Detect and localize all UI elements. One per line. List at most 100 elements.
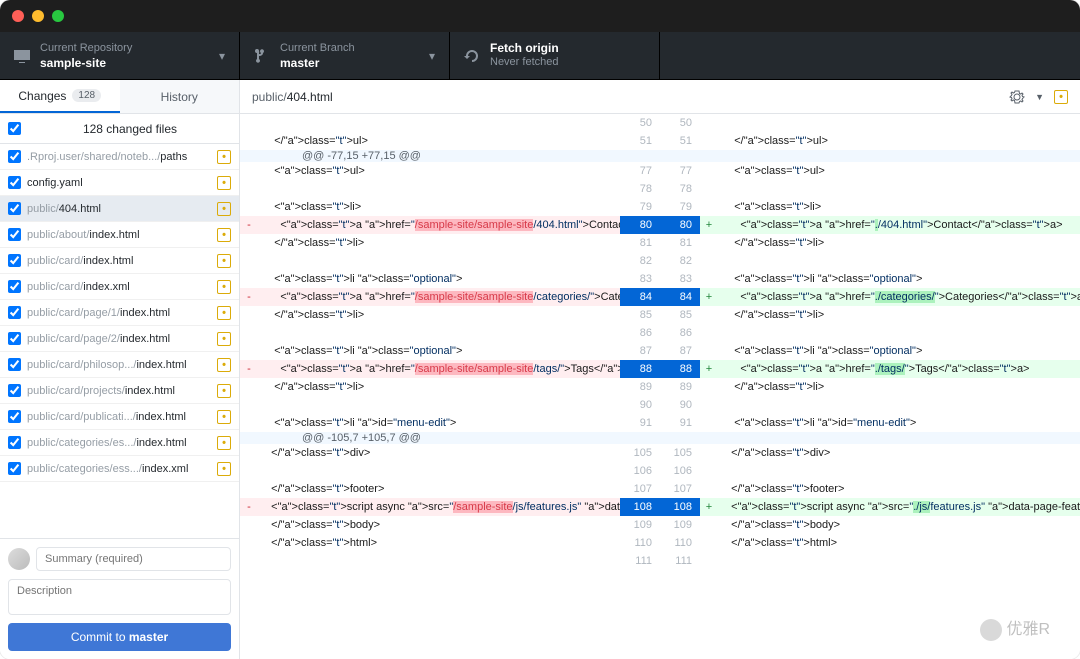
diff-line[interactable]: 106106	[240, 462, 1080, 480]
select-all-checkbox[interactable]	[8, 122, 21, 135]
window-titlebar	[0, 0, 1080, 32]
diff-line[interactable]: 8282	[240, 252, 1080, 270]
file-row[interactable]: public/card/publicati.../index.html •	[0, 404, 239, 430]
diff-line[interactable]: </"a">class="t">html>110110 </"a">class=…	[240, 534, 1080, 552]
close-window-button[interactable]	[12, 10, 24, 22]
file-status-modified-icon: •	[217, 150, 231, 164]
file-checkbox[interactable]	[8, 436, 21, 449]
file-row[interactable]: public/card/philosop.../index.html •	[0, 352, 239, 378]
file-checkbox[interactable]	[8, 358, 21, 371]
diff-content[interactable]: 5050 </"a">class="t">ul>5151 </"a">class…	[240, 114, 1080, 659]
commit-form: Commit to master	[0, 538, 239, 659]
diff-line[interactable]: 9090	[240, 396, 1080, 414]
file-row[interactable]: public/card/page/2/index.html •	[0, 326, 239, 352]
file-path: public/card/philosop.../index.html	[27, 359, 211, 371]
fetch-button[interactable]: Fetch origin Never fetched	[450, 32, 660, 79]
file-path: public/card/index.xml	[27, 281, 211, 293]
diff-line[interactable]: </"a">class="t">ul>5151 </"a">class="t">…	[240, 132, 1080, 150]
commit-description-input[interactable]	[8, 579, 231, 615]
file-checkbox[interactable]	[8, 176, 21, 189]
git-branch-icon	[254, 48, 270, 64]
sidebar: Changes 128 History 128 changed files .R…	[0, 80, 240, 659]
diff-hunk-header: @@ -77,15 +77,15 @@	[240, 150, 1080, 162]
file-checkbox[interactable]	[8, 228, 21, 241]
file-status-modified-icon: •	[217, 202, 231, 216]
diff-file-name: 404.html	[287, 90, 333, 104]
file-status-modified-icon: •	[217, 410, 231, 424]
file-status-modified-icon: •	[217, 306, 231, 320]
repository-picker[interactable]: Current Repository sample-site ▾	[0, 32, 240, 79]
file-checkbox[interactable]	[8, 280, 21, 293]
commit-summary-input[interactable]	[36, 547, 231, 571]
diff-hunk-header: @@ -105,7 +105,7 @@	[240, 432, 1080, 444]
diff-line[interactable]: </"a">class="t">li>8989 </"a">class="t">…	[240, 378, 1080, 396]
file-checkbox[interactable]	[8, 332, 21, 345]
file-status-modified-icon: •	[217, 332, 231, 346]
fetch-value: Never fetched	[490, 55, 559, 69]
file-status-modified-icon: •	[217, 462, 231, 476]
file-status-modified-icon: •	[217, 384, 231, 398]
file-row[interactable]: public/categories/ess.../index.xml •	[0, 456, 239, 482]
diff-line[interactable]: <"a">class="t">li "a">class="optional">8…	[240, 270, 1080, 288]
branch-value: master	[280, 56, 355, 70]
file-path: public/card/page/2/index.html	[27, 333, 211, 345]
changed-files-list[interactable]: .Rproj.user/shared/noteb.../paths • conf…	[0, 144, 239, 538]
diff-line[interactable]: 8686	[240, 324, 1080, 342]
diff-line[interactable]: </"a">class="t">li>8585 </"a">class="t">…	[240, 306, 1080, 324]
file-row[interactable]: .Rproj.user/shared/noteb.../paths •	[0, 144, 239, 170]
changed-files-count: 128 changed files	[29, 122, 231, 136]
commit-button[interactable]: Commit to master	[8, 623, 231, 651]
file-path: public/about/index.html	[27, 229, 211, 241]
file-row[interactable]: public/card/index.xml •	[0, 274, 239, 300]
file-checkbox[interactable]	[8, 306, 21, 319]
tab-changes[interactable]: Changes 128	[0, 80, 120, 113]
chevron-down-icon: ▾	[219, 49, 225, 63]
diff-line[interactable]: 111111	[240, 552, 1080, 570]
diff-line[interactable]: - <"a">class="t">script async "a">src="/…	[240, 498, 1080, 516]
maximize-window-button[interactable]	[52, 10, 64, 22]
file-path: public/categories/ess.../index.xml	[27, 463, 211, 475]
diff-line[interactable]: <"a">class="t">ul>7777 <"a">class="t">ul…	[240, 162, 1080, 180]
file-checkbox[interactable]	[8, 462, 21, 475]
file-checkbox[interactable]	[8, 202, 21, 215]
minimize-window-button[interactable]	[32, 10, 44, 22]
diff-line[interactable]: 7878	[240, 180, 1080, 198]
file-checkbox[interactable]	[8, 150, 21, 163]
diff-line[interactable]: </"a">class="t">li>8181 </"a">class="t">…	[240, 234, 1080, 252]
file-checkbox[interactable]	[8, 384, 21, 397]
file-path: public/card/publicati.../index.html	[27, 411, 211, 423]
diff-line[interactable]: </"a">class="t">footer>107107 </"a">clas…	[240, 480, 1080, 498]
file-row[interactable]: config.yaml •	[0, 170, 239, 196]
file-status-modified-icon: •	[217, 176, 231, 190]
diff-line[interactable]: </"a">class="t">body>109109 </"a">class=…	[240, 516, 1080, 534]
file-checkbox[interactable]	[8, 254, 21, 267]
file-checkbox[interactable]	[8, 410, 21, 423]
branch-picker[interactable]: Current Branch master ▾	[240, 32, 450, 79]
file-row[interactable]: public/404.html •	[0, 196, 239, 222]
chevron-down-icon: ▾	[429, 49, 435, 63]
file-status-modified-icon: •	[217, 358, 231, 372]
file-row[interactable]: public/about/index.html •	[0, 222, 239, 248]
file-row[interactable]: public/card/index.html •	[0, 248, 239, 274]
diff-line[interactable]: - <"a">class="t">a "a">href="/sample-sit…	[240, 360, 1080, 378]
file-status-modified-icon: •	[217, 280, 231, 294]
file-row[interactable]: public/card/projects/index.html •	[0, 378, 239, 404]
file-row[interactable]: public/categories/es.../index.html •	[0, 430, 239, 456]
file-path: config.yaml	[27, 177, 211, 189]
diff-line[interactable]: - <"a">class="t">a "a">href="/sample-sit…	[240, 288, 1080, 306]
diff-line[interactable]: </"a">class="t">div>105105 </"a">class="…	[240, 444, 1080, 462]
tab-history[interactable]: History	[120, 80, 240, 113]
gear-icon[interactable]	[1009, 89, 1025, 105]
diff-line[interactable]: 5050	[240, 114, 1080, 132]
diff-line[interactable]: - <"a">class="t">a "a">href="/sample-sit…	[240, 216, 1080, 234]
repo-label: Current Repository	[40, 41, 132, 55]
diff-line[interactable]: <"a">class="t">li>7979 <"a">class="t">li…	[240, 198, 1080, 216]
diff-line[interactable]: <"a">class="t">li "a">id="menu-edit">919…	[240, 414, 1080, 432]
chevron-down-icon[interactable]: ▼	[1035, 92, 1044, 102]
file-row[interactable]: public/card/page/1/index.html •	[0, 300, 239, 326]
diff-line[interactable]: <"a">class="t">li "a">class="optional">8…	[240, 342, 1080, 360]
tab-history-label: History	[161, 90, 198, 104]
fetch-label: Fetch origin	[490, 41, 559, 55]
tab-changes-label: Changes	[18, 89, 66, 103]
monitor-icon	[14, 48, 30, 64]
